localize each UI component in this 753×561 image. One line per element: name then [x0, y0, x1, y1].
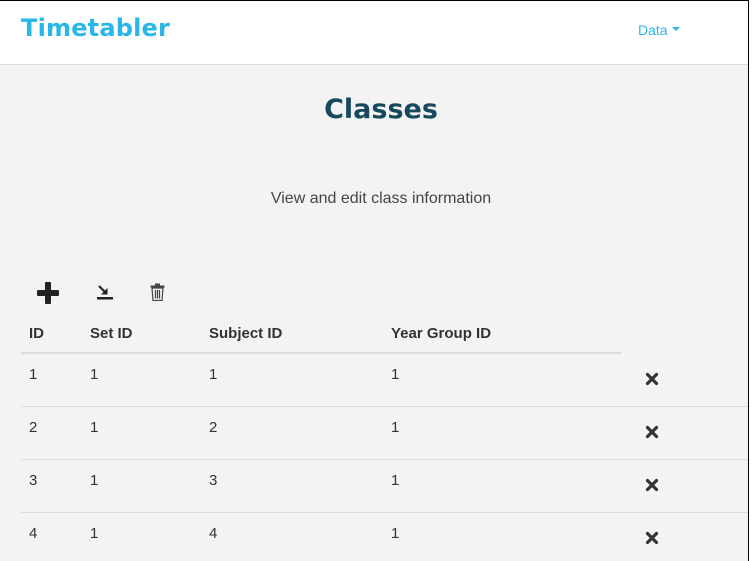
page-title: Classes — [324, 94, 438, 125]
data-dropdown[interactable]: Data — [638, 22, 680, 38]
close-icon — [645, 478, 659, 492]
app-viewport: Timetabler Data Classes View and edit cl… — [0, 0, 749, 561]
caret-down-icon — [671, 27, 680, 32]
table-row: 2 1 2 1 — [21, 407, 748, 460]
cell-subject-id: 2 — [209, 419, 218, 436]
cell-subject-id: 3 — [209, 472, 218, 489]
header-year-group-id: Year Group ID — [391, 325, 492, 342]
add-class-button[interactable] — [36, 281, 60, 305]
remove-row-button[interactable] — [645, 478, 659, 492]
close-icon — [645, 425, 659, 439]
cell-year-group-id: 1 — [391, 419, 400, 436]
remove-row-button[interactable] — [645, 372, 659, 386]
cell-id: 3 — [29, 472, 38, 489]
cell-set-id: 1 — [90, 419, 99, 436]
cell-year-group-id: 1 — [391, 472, 400, 489]
classes-table: ID Set ID Subject ID Year Group ID 1 1 1… — [21, 317, 748, 561]
navbar: Timetabler Data — [0, 1, 748, 65]
table-row: 4 1 4 1 — [21, 513, 748, 561]
delete-button[interactable] — [150, 283, 165, 302]
cell-set-id: 1 — [90, 366, 99, 383]
cell-set-id: 1 — [90, 525, 99, 542]
import-icon — [97, 285, 113, 300]
cell-year-group-id: 1 — [391, 366, 400, 383]
header-subject-id: Subject ID — [209, 325, 283, 342]
cell-id: 4 — [29, 525, 38, 542]
cell-year-group-id: 1 — [391, 525, 400, 542]
remove-row-button[interactable] — [645, 425, 659, 439]
table-row: 3 1 3 1 — [21, 460, 748, 513]
close-icon — [645, 372, 659, 386]
cell-subject-id: 1 — [209, 366, 218, 383]
trash-icon — [150, 283, 165, 302]
data-dropdown-label: Data — [638, 22, 668, 38]
close-icon — [645, 531, 659, 545]
brand-logo[interactable]: Timetabler — [21, 14, 170, 42]
header-set-id: Set ID — [90, 325, 133, 342]
cell-subject-id: 4 — [209, 525, 218, 542]
import-button[interactable] — [96, 283, 114, 301]
remove-row-button[interactable] — [645, 531, 659, 545]
cell-id: 1 — [29, 366, 38, 383]
table-header: ID Set ID Subject ID Year Group ID — [21, 317, 621, 354]
cell-id: 2 — [29, 419, 38, 436]
table-row: 1 1 1 1 — [21, 354, 748, 407]
page-subtitle: View and edit class information — [270, 190, 492, 207]
header-id: ID — [29, 325, 44, 342]
cell-set-id: 1 — [90, 472, 99, 489]
plus-icon — [37, 282, 59, 304]
